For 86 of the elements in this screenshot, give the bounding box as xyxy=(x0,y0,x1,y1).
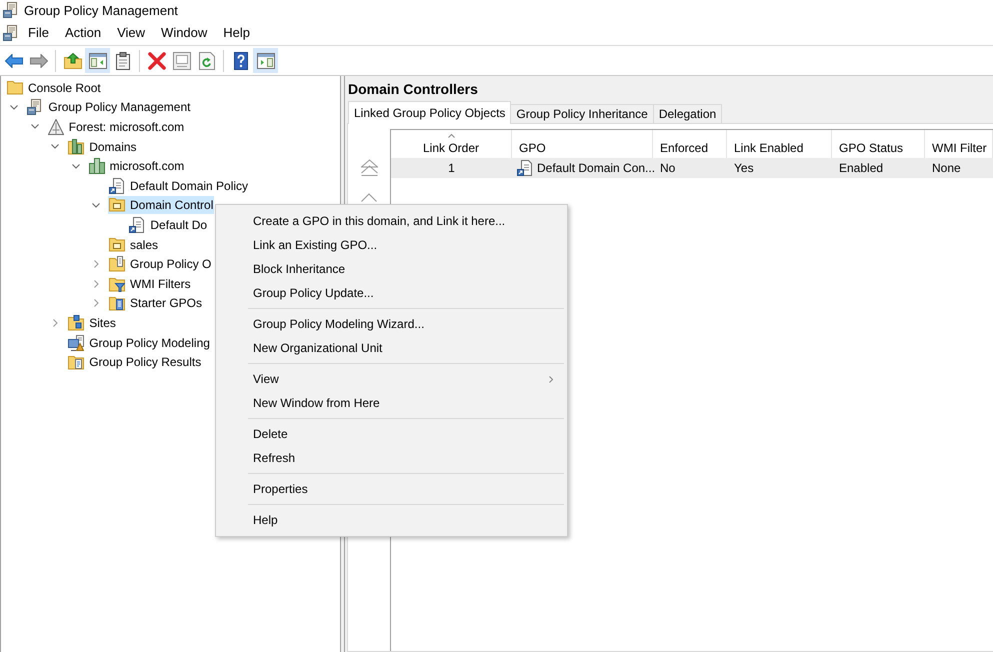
menu-item[interactable]: Create a GPO in this domain, and Link it here... xyxy=(216,209,567,233)
clipboard-icon xyxy=(116,52,130,70)
document-shortcut-icon xyxy=(517,160,533,176)
wmi-filter-value: None xyxy=(932,161,961,175)
folder-page-icon xyxy=(109,295,125,312)
chevron-down-icon[interactable] xyxy=(10,104,18,110)
gpo-status-value: Enabled xyxy=(839,161,884,175)
document-icon xyxy=(27,99,44,116)
menu-item[interactable]: Properties xyxy=(216,477,567,501)
folder-sheet-icon xyxy=(109,238,125,252)
tree-item[interactable]: Forest: microsoft.com xyxy=(46,118,186,136)
document-icon xyxy=(3,2,19,18)
link-order-value: 1 xyxy=(448,161,455,175)
monitor-document-icon xyxy=(68,334,84,351)
folder-funnel-icon xyxy=(109,276,125,292)
chevron-down-icon[interactable] xyxy=(51,144,60,150)
menu-item[interactable]: Group Policy Modeling Wizard... xyxy=(216,312,567,336)
folder-buildings-icon xyxy=(68,138,84,155)
help-icon xyxy=(234,52,248,70)
tree-item[interactable]: Domains xyxy=(67,138,138,156)
chevron-right-icon[interactable] xyxy=(53,318,58,327)
tree-item[interactable]: Group Policy Modeling xyxy=(67,334,211,352)
chevron-up-icon[interactable] xyxy=(361,193,377,202)
buildings-icon xyxy=(88,158,105,174)
tree-item[interactable]: WMI Filters xyxy=(108,274,192,293)
left-pane-window-icon xyxy=(88,52,106,68)
folder-sheet-icon xyxy=(109,198,125,212)
triangle-icon xyxy=(48,118,64,135)
tree-item[interactable]: Default Domain Policy xyxy=(108,176,250,195)
show-hide-tree-button[interactable] xyxy=(85,48,110,73)
right-arrow-icon xyxy=(30,54,48,68)
link-enabled-value: Yes xyxy=(734,161,754,175)
window-title: Group Policy Management xyxy=(24,2,178,18)
show-hide-action-pane-button[interactable] xyxy=(253,48,278,73)
chevron-right-icon[interactable] xyxy=(94,260,99,268)
chevron-down-icon[interactable] xyxy=(92,202,100,208)
tree-item[interactable]: Default Do xyxy=(128,216,208,234)
tree-item[interactable]: Console Root xyxy=(6,78,102,97)
folder-report-icon xyxy=(68,354,84,370)
folder-page-icon xyxy=(109,256,125,272)
folder-icon xyxy=(7,80,23,95)
chevron-right-icon[interactable] xyxy=(94,299,99,308)
right-pane-window-icon xyxy=(256,52,274,68)
table-row[interactable]: 1 Default Domain Con... No Yes Enabled None xyxy=(391,158,993,178)
tree-item[interactable]: Group Policy Results xyxy=(67,353,202,372)
menu-bar-item[interactable]: View xyxy=(109,22,154,44)
menu-bar-item[interactable]: Help xyxy=(215,22,258,44)
tree-item[interactable]: Domain Control xyxy=(108,196,214,214)
menu-item[interactable]: New Organizational Unit xyxy=(216,336,567,360)
chevron-down-icon[interactable] xyxy=(30,124,39,130)
menu-item[interactable]: Refresh xyxy=(216,446,567,470)
tree-item[interactable]: microsoft.com xyxy=(88,157,186,176)
menu-item[interactable]: View xyxy=(216,367,567,391)
tab[interactable]: Linked Group Policy Objects xyxy=(348,101,512,124)
chevron-right-icon xyxy=(549,376,553,382)
left-arrow-icon xyxy=(4,54,22,68)
menu-item[interactable]: Link an Existing GPO... xyxy=(216,233,567,257)
refresh-icon xyxy=(198,52,214,70)
double-chevron-up-icon[interactable] xyxy=(360,159,378,176)
tree-item[interactable]: Starter GPOs xyxy=(108,294,204,312)
delete-icon xyxy=(148,52,166,70)
menu-bar-item[interactable]: Window xyxy=(153,22,216,44)
pane-title: Domain Controllers xyxy=(347,80,479,99)
menu-item[interactable]: Delete xyxy=(216,422,567,446)
folder-squares-icon xyxy=(68,314,84,331)
menu-item[interactable]: Help xyxy=(216,508,567,532)
menu-bar-item[interactable]: File xyxy=(20,22,57,44)
gpo-name: Default Domain Con... xyxy=(537,161,656,175)
enforced-value: No xyxy=(660,161,676,175)
document-shortcut-icon xyxy=(109,178,125,194)
menu-item[interactable]: Block Inheritance xyxy=(216,257,567,281)
chevron-right-icon[interactable] xyxy=(94,280,99,288)
tab[interactable]: Delegation xyxy=(652,104,722,123)
tree-item[interactable]: sales xyxy=(108,236,160,254)
tree-item[interactable]: Group Policy Management xyxy=(26,98,192,116)
folder-up-arrow-icon xyxy=(64,52,82,68)
document-icon xyxy=(3,24,19,40)
chevron-down-icon[interactable] xyxy=(72,164,80,169)
menu-item[interactable]: New Window from Here xyxy=(216,391,567,415)
window-icon xyxy=(172,52,190,70)
menu-bar-item[interactable]: Action xyxy=(56,22,110,44)
document-shortcut-icon xyxy=(129,216,146,233)
tree-item[interactable]: Group Policy O xyxy=(108,255,212,274)
menu-item[interactable]: Group Policy Update... xyxy=(216,281,567,305)
tree-item[interactable]: Sites xyxy=(67,314,117,332)
tab[interactable]: Group Policy Inheritance xyxy=(510,104,654,123)
